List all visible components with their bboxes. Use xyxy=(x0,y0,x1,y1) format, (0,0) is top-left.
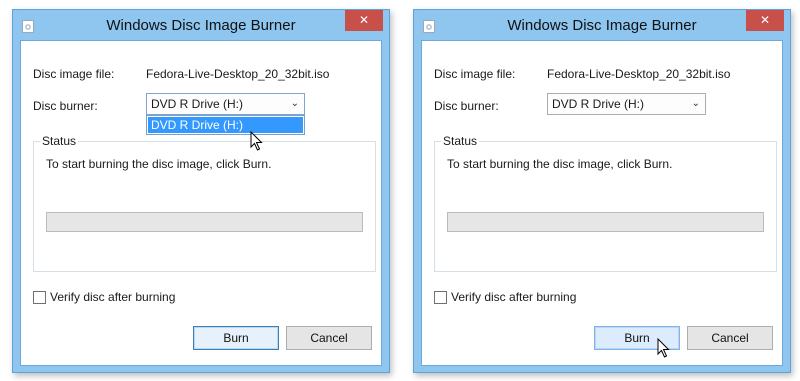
disc-image-file-value: Fedora-Live-Desktop_20_32bit.iso xyxy=(547,67,731,81)
disc-burner-dropdown-list: DVD R Drive (H:) xyxy=(146,115,305,135)
status-text: To start burning the disc image, click B… xyxy=(46,157,272,171)
disc-burner-selected-value: DVD R Drive (H:) xyxy=(151,97,243,111)
burn-progress-bar xyxy=(46,212,363,232)
mouse-pointer-icon xyxy=(657,338,670,358)
close-icon: ✕ xyxy=(358,13,370,27)
status-group: Status To start burning the disc image, … xyxy=(33,134,376,272)
window-title: Windows Disc Image Burner xyxy=(507,17,697,34)
disc-image-file-value: Fedora-Live-Desktop_20_32bit.iso xyxy=(146,67,330,81)
close-button[interactable]: ✕ xyxy=(345,10,383,31)
chevron-down-icon[interactable]: ⌄ xyxy=(291,94,299,114)
disc-burner-select[interactable]: DVD R Drive (H:) ⌄ xyxy=(146,93,305,115)
mouse-pointer-icon xyxy=(250,131,263,151)
verify-disc-checkbox[interactable] xyxy=(434,291,447,304)
status-legend: Status xyxy=(40,134,79,148)
dialog-client-area: Disc image file: Fedora-Live-Desktop_20_… xyxy=(20,40,382,366)
disc-burner-label: Disc burner: xyxy=(33,99,98,113)
verify-disc-checkbox[interactable] xyxy=(33,291,46,304)
chevron-down-icon[interactable]: ⌄ xyxy=(692,94,700,114)
close-icon: ✕ xyxy=(759,13,771,27)
dropdown-option-dvd-r-drive[interactable]: DVD R Drive (H:) xyxy=(148,117,303,133)
disc-image-file-label: Disc image file: xyxy=(434,67,516,81)
verify-disc-label[interactable]: Verify disc after burning xyxy=(50,290,175,304)
verify-disc-label[interactable]: Verify disc after burning xyxy=(451,290,576,304)
disc-burner-select[interactable]: DVD R Drive (H:) ⌄ xyxy=(547,93,706,115)
status-legend: Status xyxy=(441,134,480,148)
status-text: To start burning the disc image, click B… xyxy=(447,157,673,171)
title-bar[interactable]: Windows Disc Image Burner ✕ xyxy=(13,10,389,40)
cancel-button[interactable]: Cancel xyxy=(286,326,372,350)
window-title: Windows Disc Image Burner xyxy=(106,17,296,34)
dialog-client-area: Disc image file: Fedora-Live-Desktop_20_… xyxy=(421,40,783,366)
burn-progress-bar xyxy=(447,212,764,232)
close-button[interactable]: ✕ xyxy=(746,10,784,31)
disc-burner-window-dropdown-open: Windows Disc Image Burner ✕ Disc image f… xyxy=(12,9,390,373)
disc-burner-window-hover-burn: Windows Disc Image Burner ✕ Disc image f… xyxy=(413,9,791,373)
title-bar[interactable]: Windows Disc Image Burner ✕ xyxy=(414,10,790,40)
disc-burner-label: Disc burner: xyxy=(434,99,499,113)
disc-image-file-label: Disc image file: xyxy=(33,67,115,81)
status-group: Status To start burning the disc image, … xyxy=(434,134,777,272)
burn-button[interactable]: Burn xyxy=(193,326,279,350)
cancel-button[interactable]: Cancel xyxy=(687,326,773,350)
disc-burner-selected-value: DVD R Drive (H:) xyxy=(552,97,644,111)
